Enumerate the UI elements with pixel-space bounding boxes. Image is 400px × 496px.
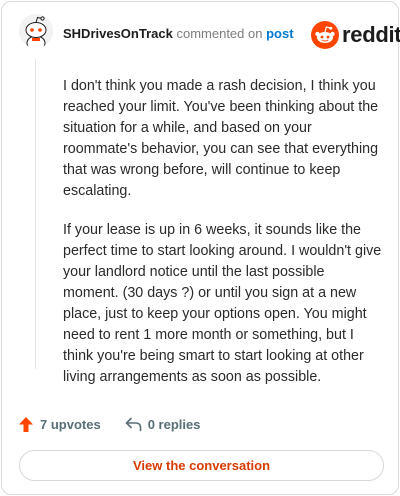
comment-embed-card: SHDrivesOnTrack commented on post reddit… xyxy=(1,1,400,495)
comment-header: SHDrivesOnTrack commented on post reddit xyxy=(2,2,400,62)
comment-paragraph: If your lease is up in 6 weeks, it sound… xyxy=(63,222,382,385)
replies-button[interactable]: 0 replies xyxy=(125,416,201,432)
action-text: commented on xyxy=(176,26,263,41)
reply-arrow-icon xyxy=(125,417,141,431)
comment-actions: 7 upvotes 0 replies xyxy=(18,414,200,434)
post-link[interactable]: post xyxy=(266,26,293,41)
comment-body: I don't think you made a rash decision, … xyxy=(63,76,383,388)
reply-count: 0 replies xyxy=(147,416,201,432)
logo-wordmark: reddit xyxy=(342,22,400,47)
snoo-avatar-icon xyxy=(19,14,53,48)
author-name[interactable]: SHDrivesOnTrack xyxy=(63,26,173,41)
comment-paragraph: I don't think you made a rash decision, … xyxy=(63,78,379,199)
user-avatar[interactable] xyxy=(19,14,53,48)
reddit-logo[interactable]: reddit xyxy=(311,20,400,50)
upvote-count: 7 upvotes xyxy=(40,416,101,432)
view-conversation-button[interactable]: View the conversation xyxy=(19,450,384,481)
byline: SHDrivesOnTrack commented on post xyxy=(63,26,294,42)
upvote-arrow-icon xyxy=(19,416,33,432)
reddit-alien-icon xyxy=(311,21,339,49)
upvote-button[interactable]: 7 upvotes xyxy=(18,416,101,433)
thread-line xyxy=(35,59,36,369)
